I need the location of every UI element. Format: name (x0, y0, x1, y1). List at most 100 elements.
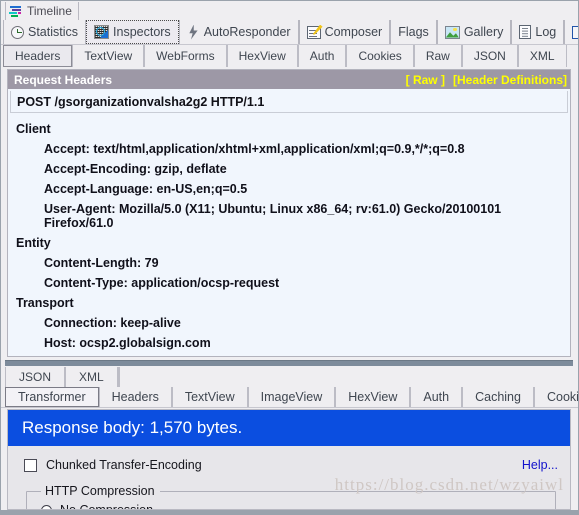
tab-timeline-label: Timeline (27, 3, 72, 18)
tab-timeline[interactable]: Timeline (5, 1, 79, 20)
tab-composer-label: Composer (324, 24, 383, 39)
header-definitions-link[interactable]: [Header Definitions] (453, 73, 567, 87)
request-subtab-textview[interactable]: TextView (72, 45, 145, 67)
header-item[interactable]: Accept-Language: en-US,en;q=0.5 (16, 179, 570, 199)
tab-flags[interactable]: Flags (390, 20, 437, 44)
chunked-transfer-encoding-checkbox[interactable] (24, 458, 37, 472)
tab-gallery-label: Gallery (463, 24, 504, 39)
request-subtab-hexview-label: HexView (238, 49, 286, 63)
response-tab-transformer-label: Transformer (18, 390, 86, 404)
header-item[interactable]: Accept: text/html,application/xhtml+xml,… (16, 139, 570, 159)
transformer-panel: Response body: 1,570 bytes. Chunked Tran… (7, 409, 571, 510)
request-subtab-headers-label: Headers (15, 49, 61, 63)
request-headers-titlebar: Request Headers [ Raw ] [Header Definiti… (8, 70, 570, 89)
response-tab-auth-label: Auth (423, 390, 450, 404)
clock-icon (11, 25, 24, 39)
response-tab-caching[interactable]: Caching (462, 387, 534, 407)
header-group-client[interactable]: Client (16, 119, 570, 139)
request-subtab-xml-label: XML (529, 49, 555, 63)
request-subtabstrip: Headers TextView WebForms HexView Auth C… (1, 45, 578, 67)
help-link[interactable]: Help... (522, 458, 558, 472)
timeline-tab-row: Timeline (1, 1, 578, 20)
request-subtab-cookies-label: Cookies (358, 49, 402, 63)
tab-filters[interactable]: Filte (564, 20, 578, 44)
raw-link[interactable]: [ Raw ] (406, 73, 445, 87)
header-item[interactable]: User-Agent: Mozilla/5.0 (X11; Ubuntu; Li… (16, 199, 570, 233)
response-tab-imageview-label: ImageView (260, 390, 323, 404)
http-compression-legend: HTTP Compression (45, 484, 155, 498)
request-subtab-cookies[interactable]: Cookies (346, 45, 414, 67)
response-tab-hexview[interactable]: HexView (335, 387, 411, 407)
request-subtab-webforms-label: WebForms (156, 49, 215, 63)
response-overflow-tabstrip: JSON XML (1, 367, 578, 387)
response-tab-hexview-label: HexView (348, 390, 398, 404)
header-item[interactable]: Connection: keep-alive (16, 313, 570, 333)
composer-icon (306, 25, 321, 39)
tab-composer[interactable]: Composer (298, 20, 391, 44)
request-subtab-xml[interactable]: XML (517, 45, 567, 67)
response-subtab-xml[interactable]: XML (65, 367, 118, 387)
window-bottom-edge (1, 510, 578, 514)
main-tabstrip: Statistics Inspectors AutoResponder Comp… (1, 20, 578, 45)
response-body-banner: Response body: 1,570 bytes. (8, 410, 570, 446)
header-item[interactable]: Content-Type: application/ocsp-request (16, 273, 570, 293)
http-compression-group: HTTP Compression No Compression (26, 484, 556, 510)
tab-gallery[interactable]: Gallery (436, 20, 512, 44)
response-tabstrip: Transformer Headers TextView ImageView H… (1, 387, 578, 408)
response-tab-auth[interactable]: Auth (410, 387, 463, 407)
response-tab-cookies[interactable]: Cookies (533, 387, 579, 407)
response-tab-headers-label: Headers (111, 390, 159, 404)
tab-autoresponder[interactable]: AutoResponder (178, 20, 299, 44)
bolt-icon (187, 25, 200, 40)
request-line[interactable]: POST /gsorganizationvalsha2g2 HTTP/1.1 (10, 91, 568, 113)
header-group-transport[interactable]: Transport (16, 293, 570, 313)
no-compression-row[interactable]: No Compression (41, 503, 545, 510)
inspectors-icon (94, 25, 110, 39)
request-subtab-hexview[interactable]: HexView (226, 45, 298, 67)
response-subtab-json[interactable]: JSON (5, 367, 66, 387)
request-subtab-json[interactable]: JSON (461, 45, 518, 67)
request-subtab-auth[interactable]: Auth (297, 45, 347, 67)
gallery-icon (444, 25, 460, 39)
request-subtab-textview-label: TextView (84, 49, 133, 63)
response-tab-imageview[interactable]: ImageView (247, 387, 336, 407)
tab-statistics[interactable]: Statistics (3, 20, 87, 44)
header-list: Client Accept: text/html,application/xht… (8, 113, 570, 353)
request-subtab-auth-label: Auth (309, 49, 335, 63)
request-headers-panel: Request Headers [ Raw ] [Header Definiti… (7, 69, 571, 357)
transformer-body: Chunked Transfer-Encoding Help... HTTP C… (8, 446, 570, 510)
header-item[interactable]: Accept-Encoding: gzip, deflate (16, 159, 570, 179)
response-tab-transformer[interactable]: Transformer (5, 387, 99, 407)
tab-log[interactable]: Log (511, 20, 565, 44)
fiddler-window: Timeline Statistics Inspectors AutoRespo… (0, 0, 579, 515)
request-subtab-headers[interactable]: Headers (3, 45, 73, 67)
response-tab-caching-label: Caching (475, 390, 521, 404)
log-icon (519, 25, 532, 39)
chunked-transfer-encoding-label: Chunked Transfer-Encoding (46, 458, 202, 472)
tab-log-label: Log (535, 24, 557, 39)
header-group-entity[interactable]: Entity (16, 233, 570, 253)
response-tab-textview[interactable]: TextView (171, 387, 248, 407)
response-subtab-xml-label: XML (79, 370, 104, 384)
request-subtab-raw[interactable]: Raw (413, 45, 462, 67)
filter-icon (572, 25, 578, 39)
request-subtab-webforms[interactable]: WebForms (144, 45, 227, 67)
response-subtab-spacer (117, 367, 120, 387)
header-item[interactable]: Content-Length: 79 (16, 253, 570, 273)
tab-statistics-label: Statistics (28, 24, 79, 39)
timeline-icon (9, 5, 23, 17)
response-tab-headers[interactable]: Headers (98, 387, 172, 407)
tab-inspectors-label: Inspectors (113, 24, 171, 39)
header-item[interactable]: Host: ocsp2.globalsign.com (16, 333, 570, 353)
request-subtab-json-label: JSON (473, 49, 506, 63)
tab-autoresponder-label: AutoResponder (203, 24, 291, 39)
no-compression-label: No Compression (60, 503, 154, 510)
request-subtab-raw-label: Raw (425, 49, 450, 63)
response-tab-cookies-label: Cookies (546, 390, 579, 404)
tab-flags-label: Flags (398, 24, 429, 39)
panel-splitter[interactable] (5, 360, 573, 366)
tab-inspectors[interactable]: Inspectors (86, 20, 179, 44)
chunked-transfer-encoding-row: Chunked Transfer-Encoding Help... (24, 458, 558, 472)
response-subtab-json-label: JSON (19, 370, 52, 384)
response-tab-textview-label: TextView (184, 390, 235, 404)
